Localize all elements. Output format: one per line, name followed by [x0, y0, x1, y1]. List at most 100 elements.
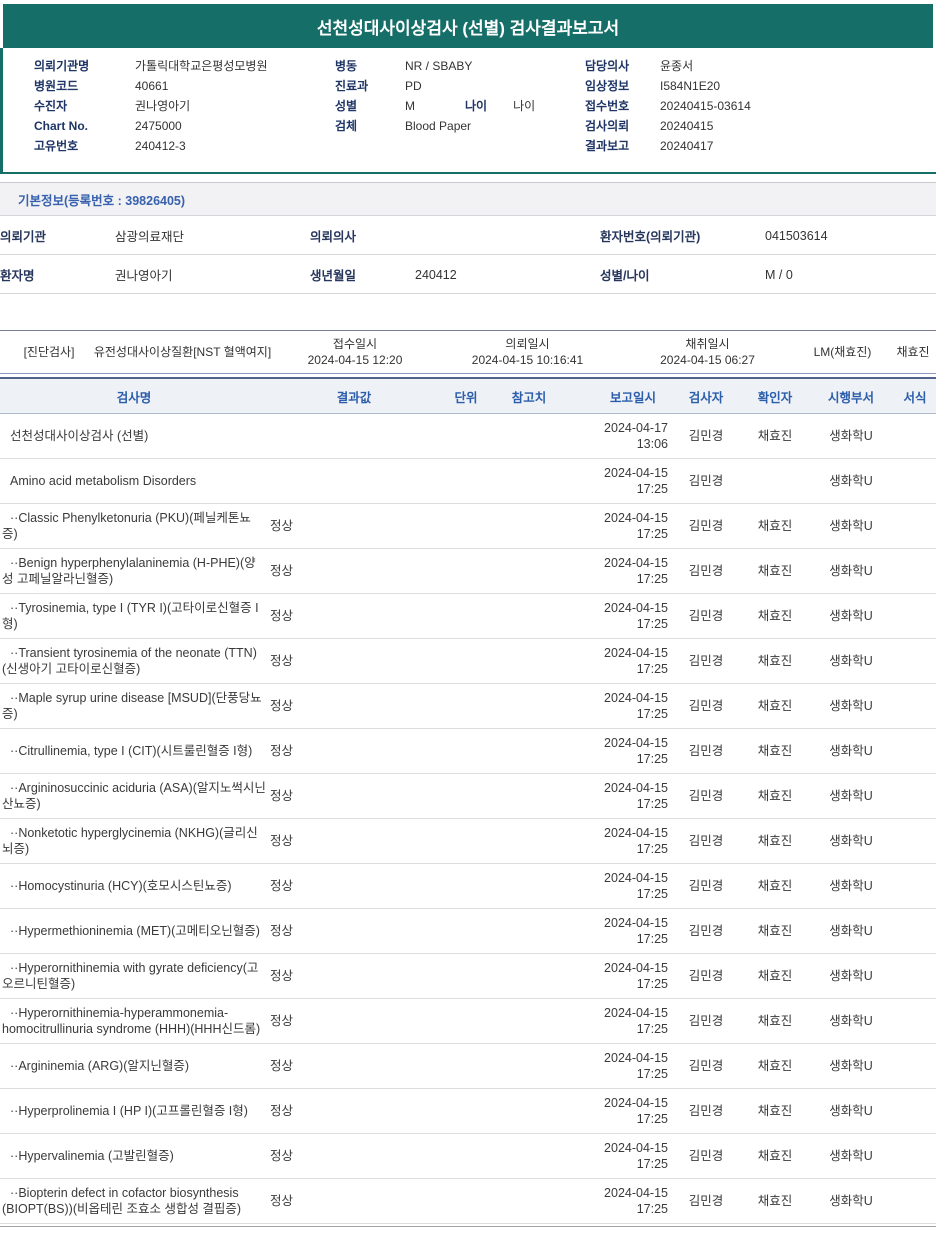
test-name: ··Hyperornithinemia with gyrate deficien…: [0, 953, 268, 999]
header-middle-column: 병동 NR / SBABY 진료과 PD 성별 M 나이 나이 검체 Blood Paper: [335, 58, 585, 158]
test-name: Amino acid metabolism Disorders: [0, 458, 268, 504]
report-datetime: 2024-04-15 17:25: [566, 1088, 670, 1134]
department-name: 생화학U: [808, 458, 894, 504]
header-field: 검체 Blood Paper: [335, 118, 585, 134]
report-time: 17:25: [636, 1067, 668, 1081]
field-label: 접수일시: [332, 337, 378, 351]
reference-value: [492, 773, 566, 819]
patient-header: 의뢰기관명 가톨릭대학교은평성모병원 병원코드 40661 수진자 권나영아기 Cha…: [0, 48, 936, 174]
header-right-column: 담당의사 윤종서 임상정보 I584N1E20 접수번호 20240415-03614…: [585, 58, 915, 158]
unit-value: [440, 683, 492, 729]
table-row: ··Hypermethioninemia (MET)(고메티오닌혈증) 정상 2…: [0, 908, 936, 954]
age-value: 나이: [513, 99, 536, 113]
column-header-result: 결과값: [268, 377, 440, 414]
table-row: ··Hyperornithinemia with gyrate deficien…: [0, 953, 936, 999]
field-label: 채취일시: [685, 337, 730, 351]
confirmer-name: 채효진: [742, 908, 808, 954]
report-date: 2024-04-15: [604, 646, 668, 660]
unit-value: [440, 638, 492, 684]
report-date: 2024-04-15: [604, 961, 668, 975]
tester-name: 김민경: [670, 818, 742, 864]
reference-value: [492, 458, 566, 504]
field-value: 2024-04-15 12:20: [307, 353, 403, 367]
result-value: 정상: [268, 1133, 440, 1179]
report-time: 17:25: [636, 887, 668, 901]
report-date: 2024-04-15: [604, 1006, 668, 1020]
result-value: 정상: [268, 1088, 440, 1134]
field-value: 윤종서: [660, 59, 694, 73]
report-datetime: 2024-04-15 17:25: [566, 728, 670, 774]
report-time: 13:06: [636, 437, 668, 451]
column-header-department: 시행부서: [808, 377, 894, 414]
field-value: I584N1E20: [660, 79, 721, 93]
reference-value: [492, 1088, 566, 1134]
report-time: 17:25: [636, 977, 668, 991]
field-value: 2024-04-15 10:16:41: [471, 353, 584, 367]
report-time: 17:25: [636, 1022, 668, 1036]
report-date: 2024-04-15: [604, 1096, 668, 1110]
form-value: [894, 773, 936, 819]
unit-value: [440, 953, 492, 999]
unit-value: [440, 1088, 492, 1134]
test-name: ··Citrullinemia, type I (CIT)(시트룰린혈증 I형): [0, 728, 268, 774]
header-field: 담당의사 윤종서: [585, 58, 915, 74]
field-value: M / 0: [765, 254, 936, 294]
collector-name-2: 채효진: [896, 345, 930, 359]
results-table: 검사명 결과값 단위 참고치 보고일시 검사자 확인자 시행부서 서식 선천성대…: [0, 377, 936, 1224]
report-datetime: 2024-04-15 17:25: [566, 953, 670, 999]
tester-name: 김민경: [670, 953, 742, 999]
department-name: 생화학U: [808, 683, 894, 729]
tester-name: 김민경: [670, 1133, 742, 1179]
field-value: 240412-3: [135, 139, 186, 153]
reference-value: [492, 638, 566, 684]
form-value: [894, 458, 936, 504]
report-time: 17:25: [636, 707, 668, 721]
report-time: 17:25: [636, 482, 668, 496]
department-name: 생화학U: [808, 413, 894, 459]
tester-name: 김민경: [670, 1178, 742, 1224]
field-value: 20240415-03614: [660, 99, 751, 113]
unit-value: [440, 593, 492, 639]
report-date: 2024-04-15: [604, 781, 668, 795]
form-value: [894, 503, 936, 549]
report-date: 2024-04-15: [604, 736, 668, 750]
report-time: 17:25: [636, 527, 668, 541]
report-date: 2024-04-15: [604, 1186, 668, 1200]
table-row: 환자명 권나영아기 생년월일 240412 성별/나이 M / 0: [0, 254, 936, 294]
test-name: ··Biopterin defect in cofactor biosynthe…: [0, 1178, 268, 1224]
reference-value: [492, 548, 566, 594]
header-field: Chart No. 2475000: [34, 118, 335, 134]
field-value: 가톨릭대학교은평성모병원: [135, 59, 268, 73]
diagnostic-tag: [진단검사]: [23, 345, 75, 359]
report-datetime: 2024-04-15 17:25: [566, 638, 670, 684]
header-field: 임상정보 I584N1E20: [585, 78, 915, 94]
confirmer-name: 채효진: [742, 413, 808, 459]
field-label: 환자번호(의뢰기관): [600, 216, 765, 255]
department-name: 생화학U: [808, 773, 894, 819]
department-name: 생화학U: [808, 953, 894, 999]
reference-value: [492, 953, 566, 999]
report-time: 17:25: [636, 1157, 668, 1171]
department-name: 생화학U: [808, 1043, 894, 1089]
column-header-reference: 참고치: [492, 377, 566, 414]
tester-name: 김민경: [670, 863, 742, 909]
column-header-tester: 검사자: [670, 377, 742, 414]
request-datetime: 의뢰일시 2024-04-15 10:16:41: [435, 336, 620, 368]
field-label: 결과보고: [585, 139, 630, 153]
report-datetime: 2024-04-15 17:25: [566, 1178, 670, 1224]
tester-name: 김민경: [670, 503, 742, 549]
report-date: 2024-04-15: [604, 511, 668, 525]
result-value: [268, 413, 440, 459]
report-datetime: 2024-04-15 17:25: [566, 593, 670, 639]
reference-value: [492, 863, 566, 909]
tester-name: 김민경: [670, 458, 742, 504]
unit-value: [440, 1133, 492, 1179]
confirmer-name: 채효진: [742, 728, 808, 774]
test-name: ··Argininosuccinic aciduria (ASA)(알지노썩시닌…: [0, 773, 268, 819]
confirmer-name: 채효진: [742, 1133, 808, 1179]
report-date: 2024-04-15: [604, 466, 668, 480]
table-row: ··Benign hyperphenylalaninemia (H-PHE)(양…: [0, 548, 936, 594]
report-time: 17:25: [636, 1112, 668, 1126]
result-value: 정상: [268, 728, 440, 774]
field-value: [415, 216, 600, 255]
